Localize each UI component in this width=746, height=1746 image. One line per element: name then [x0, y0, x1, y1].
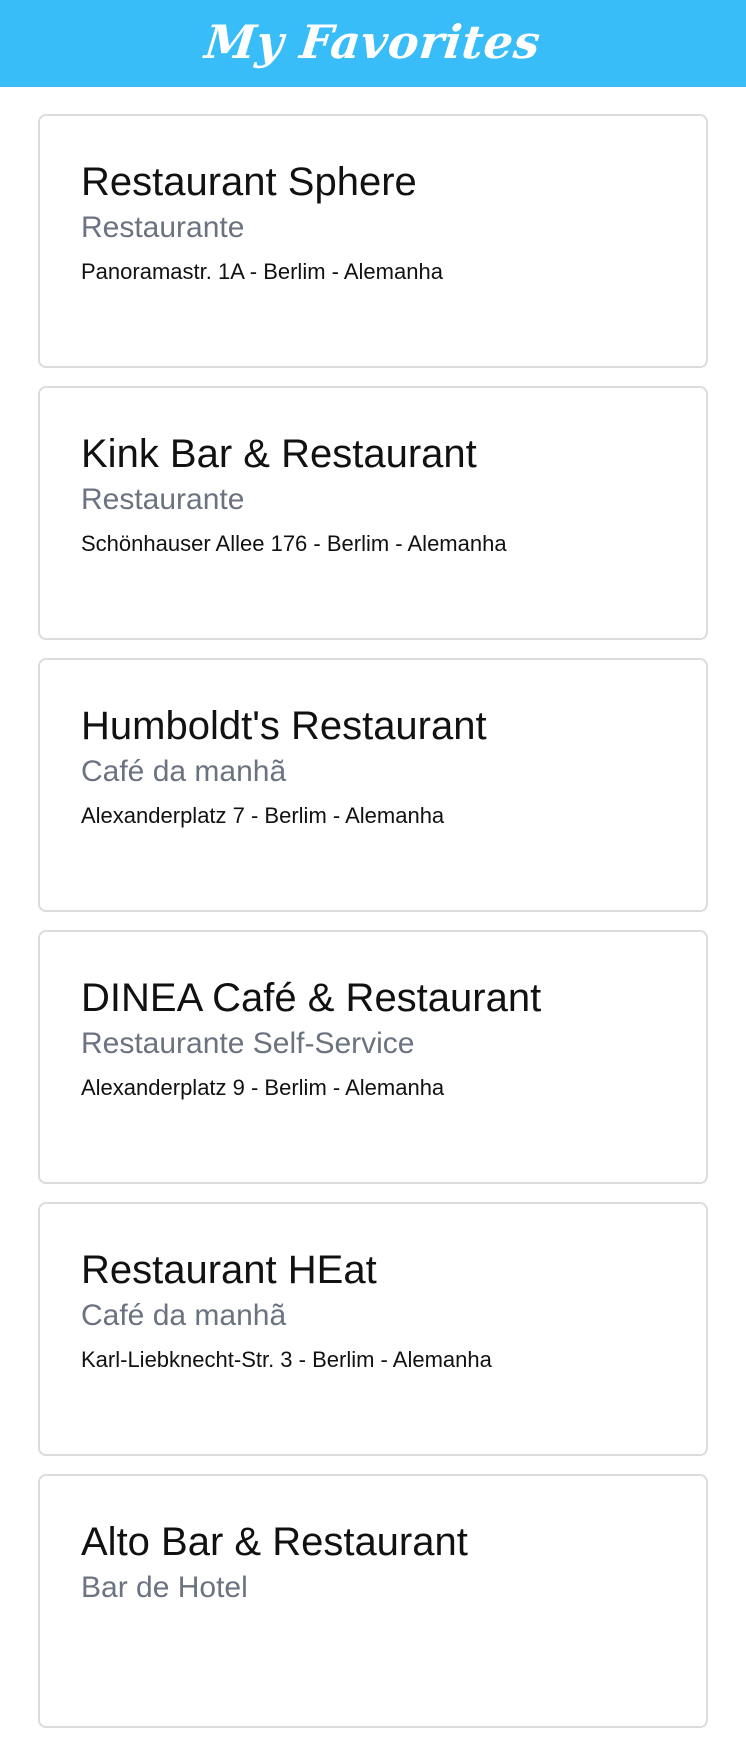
favorite-category: Café da manhã	[81, 755, 287, 788]
page-title: My Favorites	[202, 14, 544, 69]
favorite-category: Restaurante Self-Service	[81, 1027, 415, 1060]
favorite-address: Alexanderplatz 9 - Berlim - Alemanha	[81, 1075, 445, 1100]
favorites-list: Restaurant Sphere Restaurante Panoramast…	[38, 114, 708, 1746]
favorite-address: Karl-Liebknecht-Str. 3 - Berlim - Aleman…	[81, 1347, 492, 1372]
app-header: My Favorites	[0, 0, 746, 87]
favorite-name: Restaurant HEat	[81, 1248, 377, 1292]
favorite-address: Panoramastr. 1A - Berlim - Alemanha	[81, 259, 443, 284]
favorite-category: Restaurante	[81, 483, 245, 516]
favorite-name: Kink Bar & Restaurant	[81, 432, 477, 476]
favorite-address: Schönhauser Allee 176 - Berlim - Alemanh…	[81, 531, 507, 556]
favorite-card[interactable]: Restaurant Sphere Restaurante Panoramast…	[38, 114, 708, 368]
favorite-category: Café da manhã	[81, 1299, 287, 1332]
favorite-address: Alexanderplatz 7 - Berlim - Alemanha	[81, 803, 445, 828]
favorite-name: Restaurant Sphere	[81, 160, 417, 204]
favorite-category: Bar de Hotel	[81, 1571, 248, 1604]
favorite-card[interactable]: Restaurant HEat Café da manhã Karl-Liebk…	[38, 1202, 708, 1456]
favorite-card[interactable]: Alto Bar & Restaurant Bar de Hotel	[38, 1474, 708, 1728]
favorite-card[interactable]: Kink Bar & Restaurant Restaurante Schönh…	[38, 386, 708, 640]
favorite-card[interactable]: Humboldt's Restaurant Café da manhã Alex…	[38, 658, 708, 912]
favorite-card[interactable]: DINEA Café & Restaurant Restaurante Self…	[38, 930, 708, 1184]
favorite-name: Alto Bar & Restaurant	[81, 1520, 468, 1564]
favorite-category: Restaurante	[81, 211, 245, 244]
favorite-name: Humboldt's Restaurant	[81, 704, 487, 748]
favorite-name: DINEA Café & Restaurant	[81, 976, 542, 1020]
